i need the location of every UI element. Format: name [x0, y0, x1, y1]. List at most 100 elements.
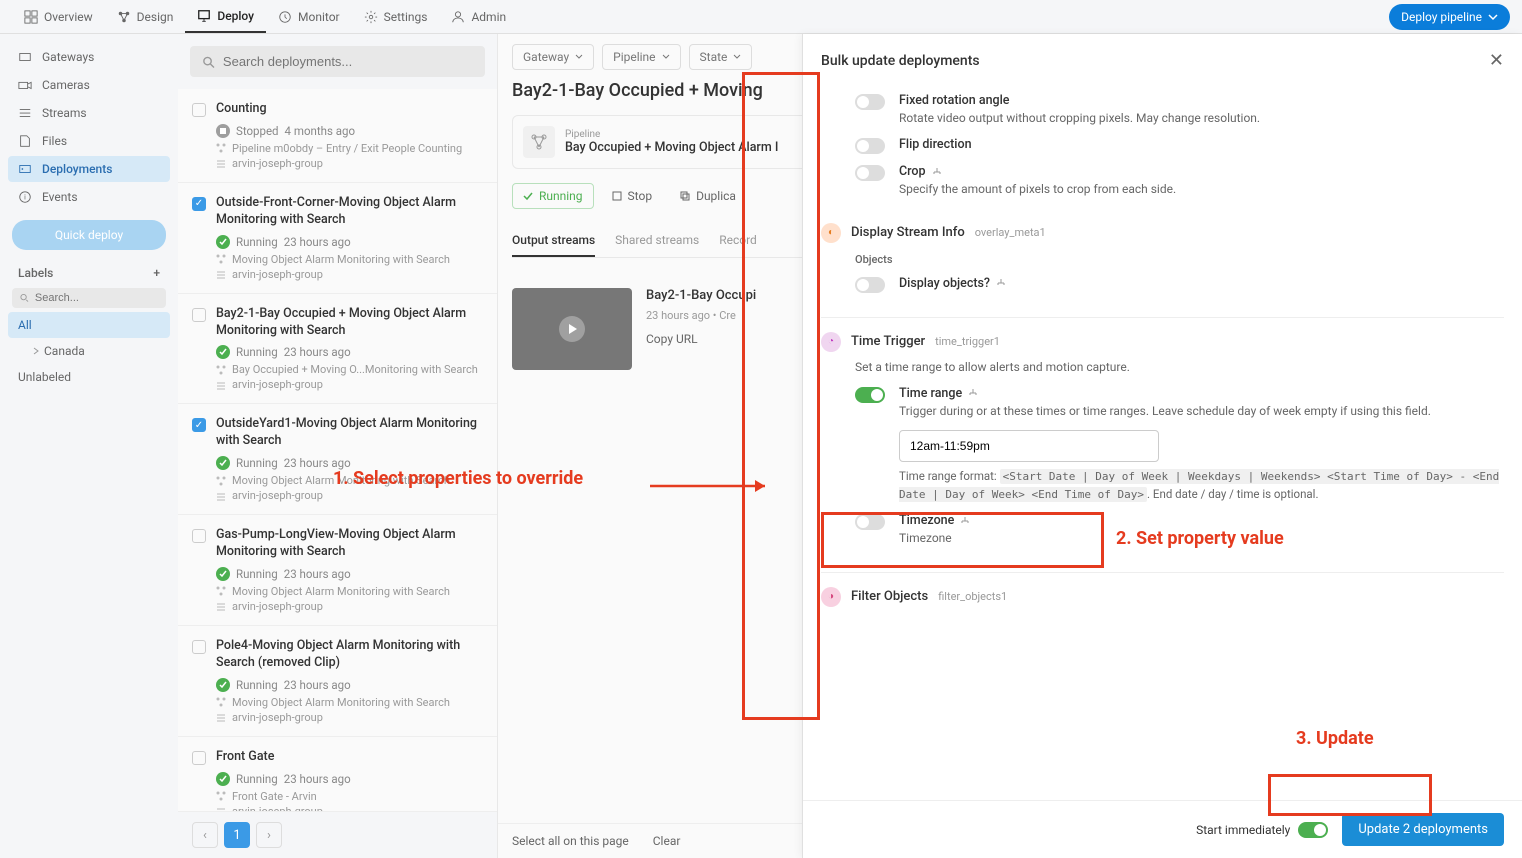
deployments-search-input[interactable]	[223, 54, 473, 69]
deployment-item[interactable]: Counting Stopped 4 months ago Pipeline m…	[178, 89, 497, 183]
deployment-group: arvin-joseph-group	[232, 711, 323, 724]
tab-output-streams[interactable]: Output streams	[512, 225, 595, 257]
tab-record[interactable]: Record	[719, 225, 757, 257]
label-canada[interactable]: Canada	[8, 338, 170, 364]
nav-settings[interactable]: Settings	[352, 2, 440, 32]
deployment-pipeline: Moving Object Alarm Monitoring with Sear…	[232, 474, 450, 487]
prop-timezone-desc: Timezone	[899, 530, 1504, 547]
add-label-icon[interactable]: +	[153, 266, 160, 280]
chevron-down-icon	[662, 53, 670, 61]
filter-pipeline[interactable]: Pipeline	[602, 44, 680, 70]
toggle-fixed-rotation[interactable]	[855, 94, 885, 110]
deployment-item[interactable]: Gas-Pump-LongView-Moving Object Alarm Mo…	[178, 515, 497, 626]
nav-deploy[interactable]: Deploy	[185, 1, 266, 33]
deployment-checkbox[interactable]	[192, 418, 206, 432]
sidebar-files[interactable]: Files	[8, 128, 170, 154]
clear-link[interactable]: Clear	[653, 834, 681, 848]
prop-timezone-label: Timezone	[899, 513, 1504, 528]
bulk-update-panel: Bulk update deployments ✕ Fixed rotation…	[802, 34, 1522, 858]
toggle-start-immediately[interactable]	[1298, 822, 1328, 838]
prop-crop-desc: Specify the amount of pixels to crop fro…	[899, 181, 1504, 198]
time-trigger-name: Time Trigger	[851, 334, 925, 349]
pipeline-name: Bay Occupied + Moving Object Alarm I	[565, 140, 778, 155]
filter-gateway[interactable]: Gateway	[512, 44, 594, 70]
deployment-checkbox[interactable]	[192, 197, 206, 211]
status-dot	[216, 345, 230, 359]
chevron-down-icon	[1488, 12, 1498, 22]
pipeline-icon	[216, 791, 226, 801]
top-nav: Overview Design Deploy Monitor Settings …	[0, 0, 1522, 34]
streams-icon	[18, 106, 32, 120]
gateway-icon	[18, 50, 32, 64]
page-1[interactable]: 1	[224, 822, 250, 848]
deploy-pipeline-button[interactable]: Deploy pipeline	[1389, 4, 1510, 30]
sidebar-deployments[interactable]: Deployments	[8, 156, 170, 182]
page-next[interactable]: ›	[256, 822, 282, 848]
deployments-search[interactable]	[190, 46, 485, 77]
sidebar-events[interactable]: iEvents	[8, 184, 170, 210]
toggle-crop[interactable]	[855, 165, 885, 181]
filter-state[interactable]: State	[689, 44, 753, 70]
duplicate-button[interactable]: Duplica	[670, 183, 746, 209]
status-dot	[216, 456, 230, 470]
search-icon	[20, 293, 29, 303]
label-all[interactable]: All	[8, 312, 170, 338]
stop-button[interactable]: Stop	[602, 183, 663, 209]
chevron-right-icon	[32, 347, 40, 355]
stream-thumbnail[interactable]	[512, 288, 632, 370]
deployment-checkbox[interactable]	[192, 529, 206, 543]
quick-deploy-button[interactable]: Quick deploy	[12, 220, 166, 250]
select-all-link[interactable]: Select all on this page	[512, 834, 629, 848]
prop-fixed-rotation-label: Fixed rotation angle	[899, 93, 1504, 108]
hierarchy-icon	[968, 388, 978, 398]
deployment-checkbox[interactable]	[192, 103, 206, 117]
toggle-display-objects[interactable]	[855, 277, 885, 293]
deployment-item[interactable]: Outside-Front-Corner-Moving Object Alarm…	[178, 183, 497, 294]
deployment-checkbox[interactable]	[192, 640, 206, 654]
sidebar-gateways[interactable]: Gateways	[8, 44, 170, 70]
update-deployments-button[interactable]: Update 2 deployments	[1342, 813, 1504, 846]
page-prev[interactable]: ‹	[192, 822, 218, 848]
deployment-title: Front Gate	[216, 749, 483, 766]
time-range-input[interactable]	[899, 430, 1159, 462]
deployment-title: Outside-Front-Corner-Moving Object Alarm…	[216, 195, 483, 229]
deployment-checkbox[interactable]	[192, 751, 206, 765]
pipeline-icon	[216, 143, 226, 153]
deployment-status: Running	[236, 772, 278, 786]
deployment-age: 23 hours ago	[284, 345, 351, 359]
status-dot	[216, 772, 230, 786]
prop-display-objects-label: Display objects?	[899, 276, 1504, 291]
tab-shared-streams[interactable]: Shared streams	[615, 225, 699, 257]
sidebar-cameras[interactable]: Cameras	[8, 72, 170, 98]
deployment-item[interactable]: OutsideYard1-Moving Object Alarm Monitor…	[178, 404, 497, 515]
deployment-item[interactable]: Front Gate Running 23 hours ago Front Ga…	[178, 737, 497, 811]
nav-monitor[interactable]: Monitor	[266, 2, 352, 32]
deployment-title: Counting	[216, 101, 483, 118]
pipeline-icon	[216, 365, 226, 375]
nav-overview[interactable]: Overview	[12, 2, 105, 32]
duplicate-icon	[680, 191, 690, 201]
nav-design[interactable]: Design	[105, 2, 186, 32]
group-icon	[216, 269, 226, 279]
sidebar-streams[interactable]: Streams	[8, 100, 170, 126]
toggle-timezone[interactable]	[855, 514, 885, 530]
deployment-age: 23 hours ago	[284, 456, 351, 470]
filter-objects-badge: ◑	[821, 587, 841, 607]
deployment-age: 23 hours ago	[284, 567, 351, 581]
chevron-down-icon	[575, 53, 583, 61]
nav-admin[interactable]: Admin	[439, 2, 518, 32]
label-unlabeled[interactable]: Unlabeled	[8, 364, 170, 390]
deployment-checkbox[interactable]	[192, 308, 206, 322]
toggle-flip[interactable]	[855, 138, 885, 154]
start-immediately-toggle[interactable]: Start immediately	[1196, 821, 1328, 838]
labels-search-input[interactable]	[35, 292, 158, 304]
toggle-time-range[interactable]	[855, 387, 885, 403]
prop-time-range-label: Time range	[899, 386, 1504, 401]
deployment-group: arvin-joseph-group	[232, 268, 323, 281]
labels-search[interactable]	[12, 288, 166, 308]
status-dot	[216, 124, 230, 138]
deployment-item[interactable]: Bay2-1-Bay Occupied + Moving Object Alar…	[178, 294, 497, 405]
deployment-item[interactable]: Pole4-Moving Object Alarm Monitoring wit…	[178, 626, 497, 737]
close-panel-button[interactable]: ✕	[1489, 50, 1504, 71]
pipeline-icon	[216, 586, 226, 596]
